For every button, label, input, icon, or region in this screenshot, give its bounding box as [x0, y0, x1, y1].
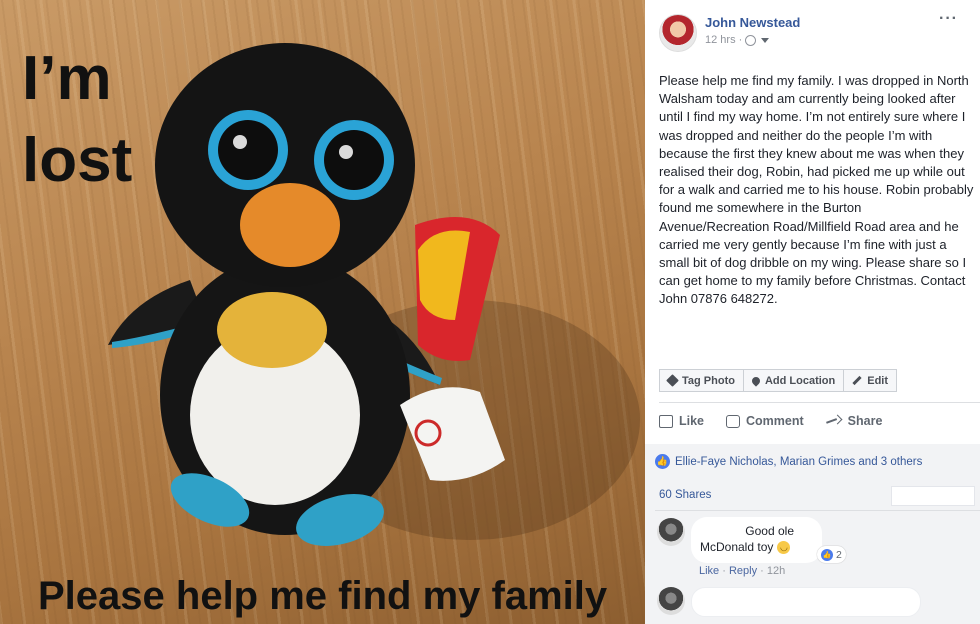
- like-label: Like: [679, 414, 705, 428]
- reactions-summary[interactable]: 👍 Ellie-Faye Nicholas, Marian Grimes and…: [655, 454, 922, 469]
- overlay-caption: Please help me find my family: [38, 574, 608, 618]
- shares-placeholder: [891, 486, 975, 506]
- divider: [655, 510, 980, 511]
- edit-button[interactable]: Edit: [844, 369, 898, 392]
- post-actions: Like Comment Share: [659, 414, 882, 428]
- share-icon: [826, 415, 842, 427]
- more-options-button[interactable]: ···: [939, 10, 958, 28]
- comment-bubble: Good ole McDonald toy ◡: [691, 517, 822, 563]
- like-reaction-icon: 👍: [655, 454, 670, 469]
- comment-label: Comment: [746, 414, 804, 428]
- location-pin-icon: [750, 374, 762, 387]
- comment-links: Like · Reply · 12h: [699, 565, 785, 577]
- comment-button[interactable]: Comment: [726, 414, 804, 428]
- comment-author: Good ole: [745, 524, 794, 538]
- post-photo[interactable]: I’m lost Please help me find my family: [0, 0, 645, 624]
- comment-icon: [726, 414, 741, 428]
- shares-count[interactable]: 60 Shares: [659, 489, 711, 501]
- edit-label: Edit: [867, 374, 889, 387]
- share-button[interactable]: Share: [826, 414, 883, 428]
- overlay-line-1: I’m: [22, 44, 112, 113]
- link-separator: ·: [722, 565, 729, 577]
- reactions-text[interactable]: Ellie-Faye Nicholas, Marian Grimes and 3…: [675, 456, 922, 468]
- like-button[interactable]: Like: [659, 414, 704, 428]
- post-time[interactable]: 12 hrs: [705, 34, 736, 46]
- share-label: Share: [847, 414, 883, 428]
- smile-emoji-icon: ◡: [777, 540, 791, 554]
- add-location-button[interactable]: Add Location: [743, 369, 845, 392]
- comment-like-link[interactable]: Like: [699, 565, 719, 577]
- link-separator: ·: [760, 565, 767, 577]
- tag-icon: [666, 374, 679, 387]
- pencil-icon: [852, 375, 862, 386]
- globe-icon: [745, 34, 757, 46]
- comment-reaction-count: 2: [836, 548, 842, 561]
- add-location-label: Add Location: [764, 374, 836, 387]
- author-name[interactable]: John Newstead: [705, 15, 800, 30]
- comment-input[interactable]: [691, 587, 921, 617]
- comment-text-row: McDonald toy ◡: [700, 540, 791, 554]
- meta-separator: ·: [738, 34, 743, 46]
- current-user-avatar: [657, 587, 685, 615]
- like-reaction-icon: 👍: [821, 548, 833, 561]
- tag-photo-button[interactable]: Tag Photo: [659, 369, 744, 392]
- chevron-down-icon[interactable]: [761, 37, 770, 43]
- overlay-line-2: lost: [22, 126, 133, 195]
- thumbs-up-icon: [659, 414, 673, 428]
- tag-photo-label: Tag Photo: [682, 374, 735, 387]
- post-meta: 12 hrs ·: [705, 34, 770, 46]
- comment-reactions[interactable]: 👍 2: [817, 546, 846, 563]
- post-body: Please help me find my family. I was dro…: [659, 73, 974, 307]
- divider: [659, 402, 980, 403]
- commenter-avatar[interactable]: [657, 518, 685, 546]
- author-avatar[interactable]: [659, 14, 697, 52]
- comment-time[interactable]: 12h: [767, 565, 785, 577]
- overlay-title: I’m lost: [22, 38, 132, 202]
- comment-reply-link[interactable]: Reply: [729, 565, 757, 577]
- post-panel: John Newstead 12 hrs · ··· Please help m…: [645, 0, 980, 624]
- comment-text: McDonald toy: [700, 540, 774, 554]
- photo-actions-bar: Tag Photo Add Location Edit: [659, 369, 898, 392]
